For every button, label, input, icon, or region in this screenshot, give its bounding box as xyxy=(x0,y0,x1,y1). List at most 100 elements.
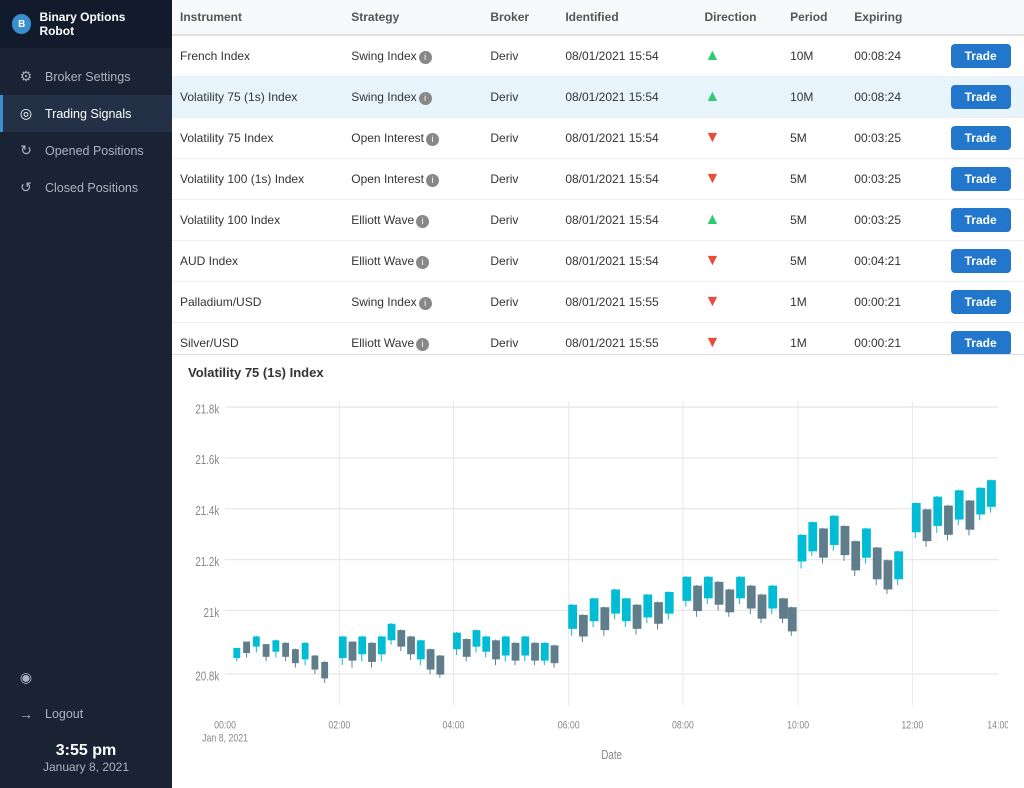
sidebar-label-trading-signals: Trading Signals xyxy=(45,107,131,121)
sidebar-time: 3:55 pm January 8, 2021 xyxy=(0,732,172,778)
col-header-strategy: Strategy xyxy=(343,0,482,35)
cell-instrument: French Index xyxy=(172,35,343,77)
trade-button[interactable]: Trade xyxy=(951,44,1011,68)
sidebar-item-logout[interactable]: → Logout xyxy=(0,696,172,732)
sidebar-header: B Binary Options Robot xyxy=(0,0,172,48)
table-row: Volatility 100 (1s) Index Open Interesti… xyxy=(172,159,1024,200)
logout-icon: → xyxy=(17,706,35,722)
strategy-info-icon[interactable]: i xyxy=(416,215,429,228)
cell-strategy: Swing Indexi xyxy=(343,77,482,118)
table-row: Volatility 75 (1s) Index Swing Indexi De… xyxy=(172,77,1024,118)
svg-text:21.4k: 21.4k xyxy=(195,505,219,518)
sidebar-item-misc[interactable]: ◉ xyxy=(0,659,172,696)
cell-identified: 08/01/2021 15:54 xyxy=(557,159,696,200)
app-title: Binary Options Robot xyxy=(39,10,160,38)
cell-instrument: Volatility 100 Index xyxy=(172,200,343,241)
strategy-info-icon[interactable]: i xyxy=(416,256,429,269)
cell-identified: 08/01/2021 15:54 xyxy=(557,200,696,241)
cell-direction: ▲ xyxy=(696,35,782,77)
strategy-info-icon[interactable]: i xyxy=(416,338,429,351)
closed-positions-icon: ↺ xyxy=(17,179,35,196)
cell-instrument: AUD Index xyxy=(172,241,343,282)
col-header-period: Period xyxy=(782,0,846,35)
trade-button[interactable]: Trade xyxy=(951,249,1011,273)
trade-button[interactable]: Trade xyxy=(951,85,1011,109)
cell-broker: Deriv xyxy=(482,35,557,77)
table-body: French Index Swing Indexi Deriv 08/01/20… xyxy=(172,35,1024,355)
cell-period: 10M xyxy=(782,77,846,118)
current-date: January 8, 2021 xyxy=(0,760,172,774)
strategy-info-icon[interactable]: i xyxy=(426,174,439,187)
cell-direction: ▼ xyxy=(696,282,782,323)
cell-period: 5M xyxy=(782,159,846,200)
sidebar-item-broker-settings[interactable]: ⚙ Broker Settings xyxy=(0,58,172,95)
cell-instrument: Silver/USD xyxy=(172,323,343,356)
direction-down-icon: ▼ xyxy=(704,170,720,187)
table-row: Volatility 100 Index Elliott Wavei Deriv… xyxy=(172,200,1024,241)
table-row: Silver/USD Elliott Wavei Deriv 08/01/202… xyxy=(172,323,1024,356)
trade-button[interactable]: Trade xyxy=(951,331,1011,355)
cell-expiring: 00:03:25 xyxy=(846,159,942,200)
svg-text:Date: Date xyxy=(601,749,622,762)
sidebar: B Binary Options Robot ⚙ Broker Settings… xyxy=(0,0,172,788)
signals-table-section: Instrument Strategy Broker Identified Di… xyxy=(172,0,1024,355)
strategy-info-icon[interactable]: i xyxy=(426,133,439,146)
trade-button[interactable]: Trade xyxy=(951,208,1011,232)
svg-text:21k: 21k xyxy=(204,607,220,620)
candles xyxy=(234,480,995,683)
cell-strategy: Open Interesti xyxy=(343,118,482,159)
cell-strategy: Swing Indexi xyxy=(343,282,482,323)
chart-title: Volatility 75 (1s) Index xyxy=(188,365,1008,380)
cell-broker: Deriv xyxy=(482,77,557,118)
col-header-action xyxy=(943,0,1024,35)
cell-direction: ▼ xyxy=(696,241,782,282)
svg-text:21.2k: 21.2k xyxy=(195,556,219,569)
cell-direction: ▼ xyxy=(696,159,782,200)
trading-signals-icon: ◎ xyxy=(17,105,35,122)
strategy-info-icon[interactable]: i xyxy=(419,92,432,105)
cell-broker: Deriv xyxy=(482,159,557,200)
direction-down-icon: ▼ xyxy=(704,334,720,351)
cell-strategy: Elliott Wavei xyxy=(343,200,482,241)
sidebar-label-logout: Logout xyxy=(45,707,83,721)
cell-action: Trade xyxy=(943,323,1024,356)
trade-button[interactable]: Trade xyxy=(951,167,1011,191)
trade-button[interactable]: Trade xyxy=(951,290,1011,314)
direction-down-icon: ▼ xyxy=(704,293,720,310)
direction-down-icon: ▼ xyxy=(704,252,720,269)
cell-strategy: Elliott Wavei xyxy=(343,323,482,356)
svg-text:Jan 8, 2021: Jan 8, 2021 xyxy=(202,732,248,744)
cell-expiring: 00:03:25 xyxy=(846,118,942,159)
cell-action: Trade xyxy=(943,77,1024,118)
cell-expiring: 00:08:24 xyxy=(846,35,942,77)
trade-button[interactable]: Trade xyxy=(951,126,1011,150)
cell-strategy: Elliott Wavei xyxy=(343,241,482,282)
sidebar-item-trading-signals[interactable]: ◎ Trading Signals xyxy=(0,95,172,132)
cell-direction: ▲ xyxy=(696,200,782,241)
strategy-info-icon[interactable]: i xyxy=(419,297,432,310)
svg-text:21.8k: 21.8k xyxy=(195,403,219,416)
col-header-expiring: Expiring xyxy=(846,0,942,35)
svg-text:04:00: 04:00 xyxy=(443,720,465,732)
cell-period: 5M xyxy=(782,241,846,282)
sidebar-item-opened-positions[interactable]: ↻ Opened Positions xyxy=(0,132,172,169)
col-header-direction: Direction xyxy=(696,0,782,35)
sidebar-item-closed-positions[interactable]: ↺ Closed Positions xyxy=(0,169,172,206)
cell-action: Trade xyxy=(943,200,1024,241)
table-row: Palladium/USD Swing Indexi Deriv 08/01/2… xyxy=(172,282,1024,323)
cell-expiring: 00:03:25 xyxy=(846,200,942,241)
cell-direction: ▲ xyxy=(696,77,782,118)
sidebar-label-opened-positions: Opened Positions xyxy=(45,144,144,158)
table-row: Volatility 75 Index Open Interesti Deriv… xyxy=(172,118,1024,159)
svg-text:00:00: 00:00 xyxy=(214,720,236,732)
strategy-info-icon[interactable]: i xyxy=(419,51,432,64)
chart-section: Volatility 75 (1s) Index 21.8k 21.6k 21.… xyxy=(172,355,1024,788)
svg-text:08:00: 08:00 xyxy=(672,720,694,732)
cell-expiring: 00:00:21 xyxy=(846,282,942,323)
table-row: AUD Index Elliott Wavei Deriv 08/01/2021… xyxy=(172,241,1024,282)
svg-text:20.8k: 20.8k xyxy=(195,670,219,683)
col-header-instrument: Instrument xyxy=(172,0,343,35)
svg-text:21.6k: 21.6k xyxy=(195,454,219,467)
cell-period: 5M xyxy=(782,118,846,159)
cell-instrument: Palladium/USD xyxy=(172,282,343,323)
